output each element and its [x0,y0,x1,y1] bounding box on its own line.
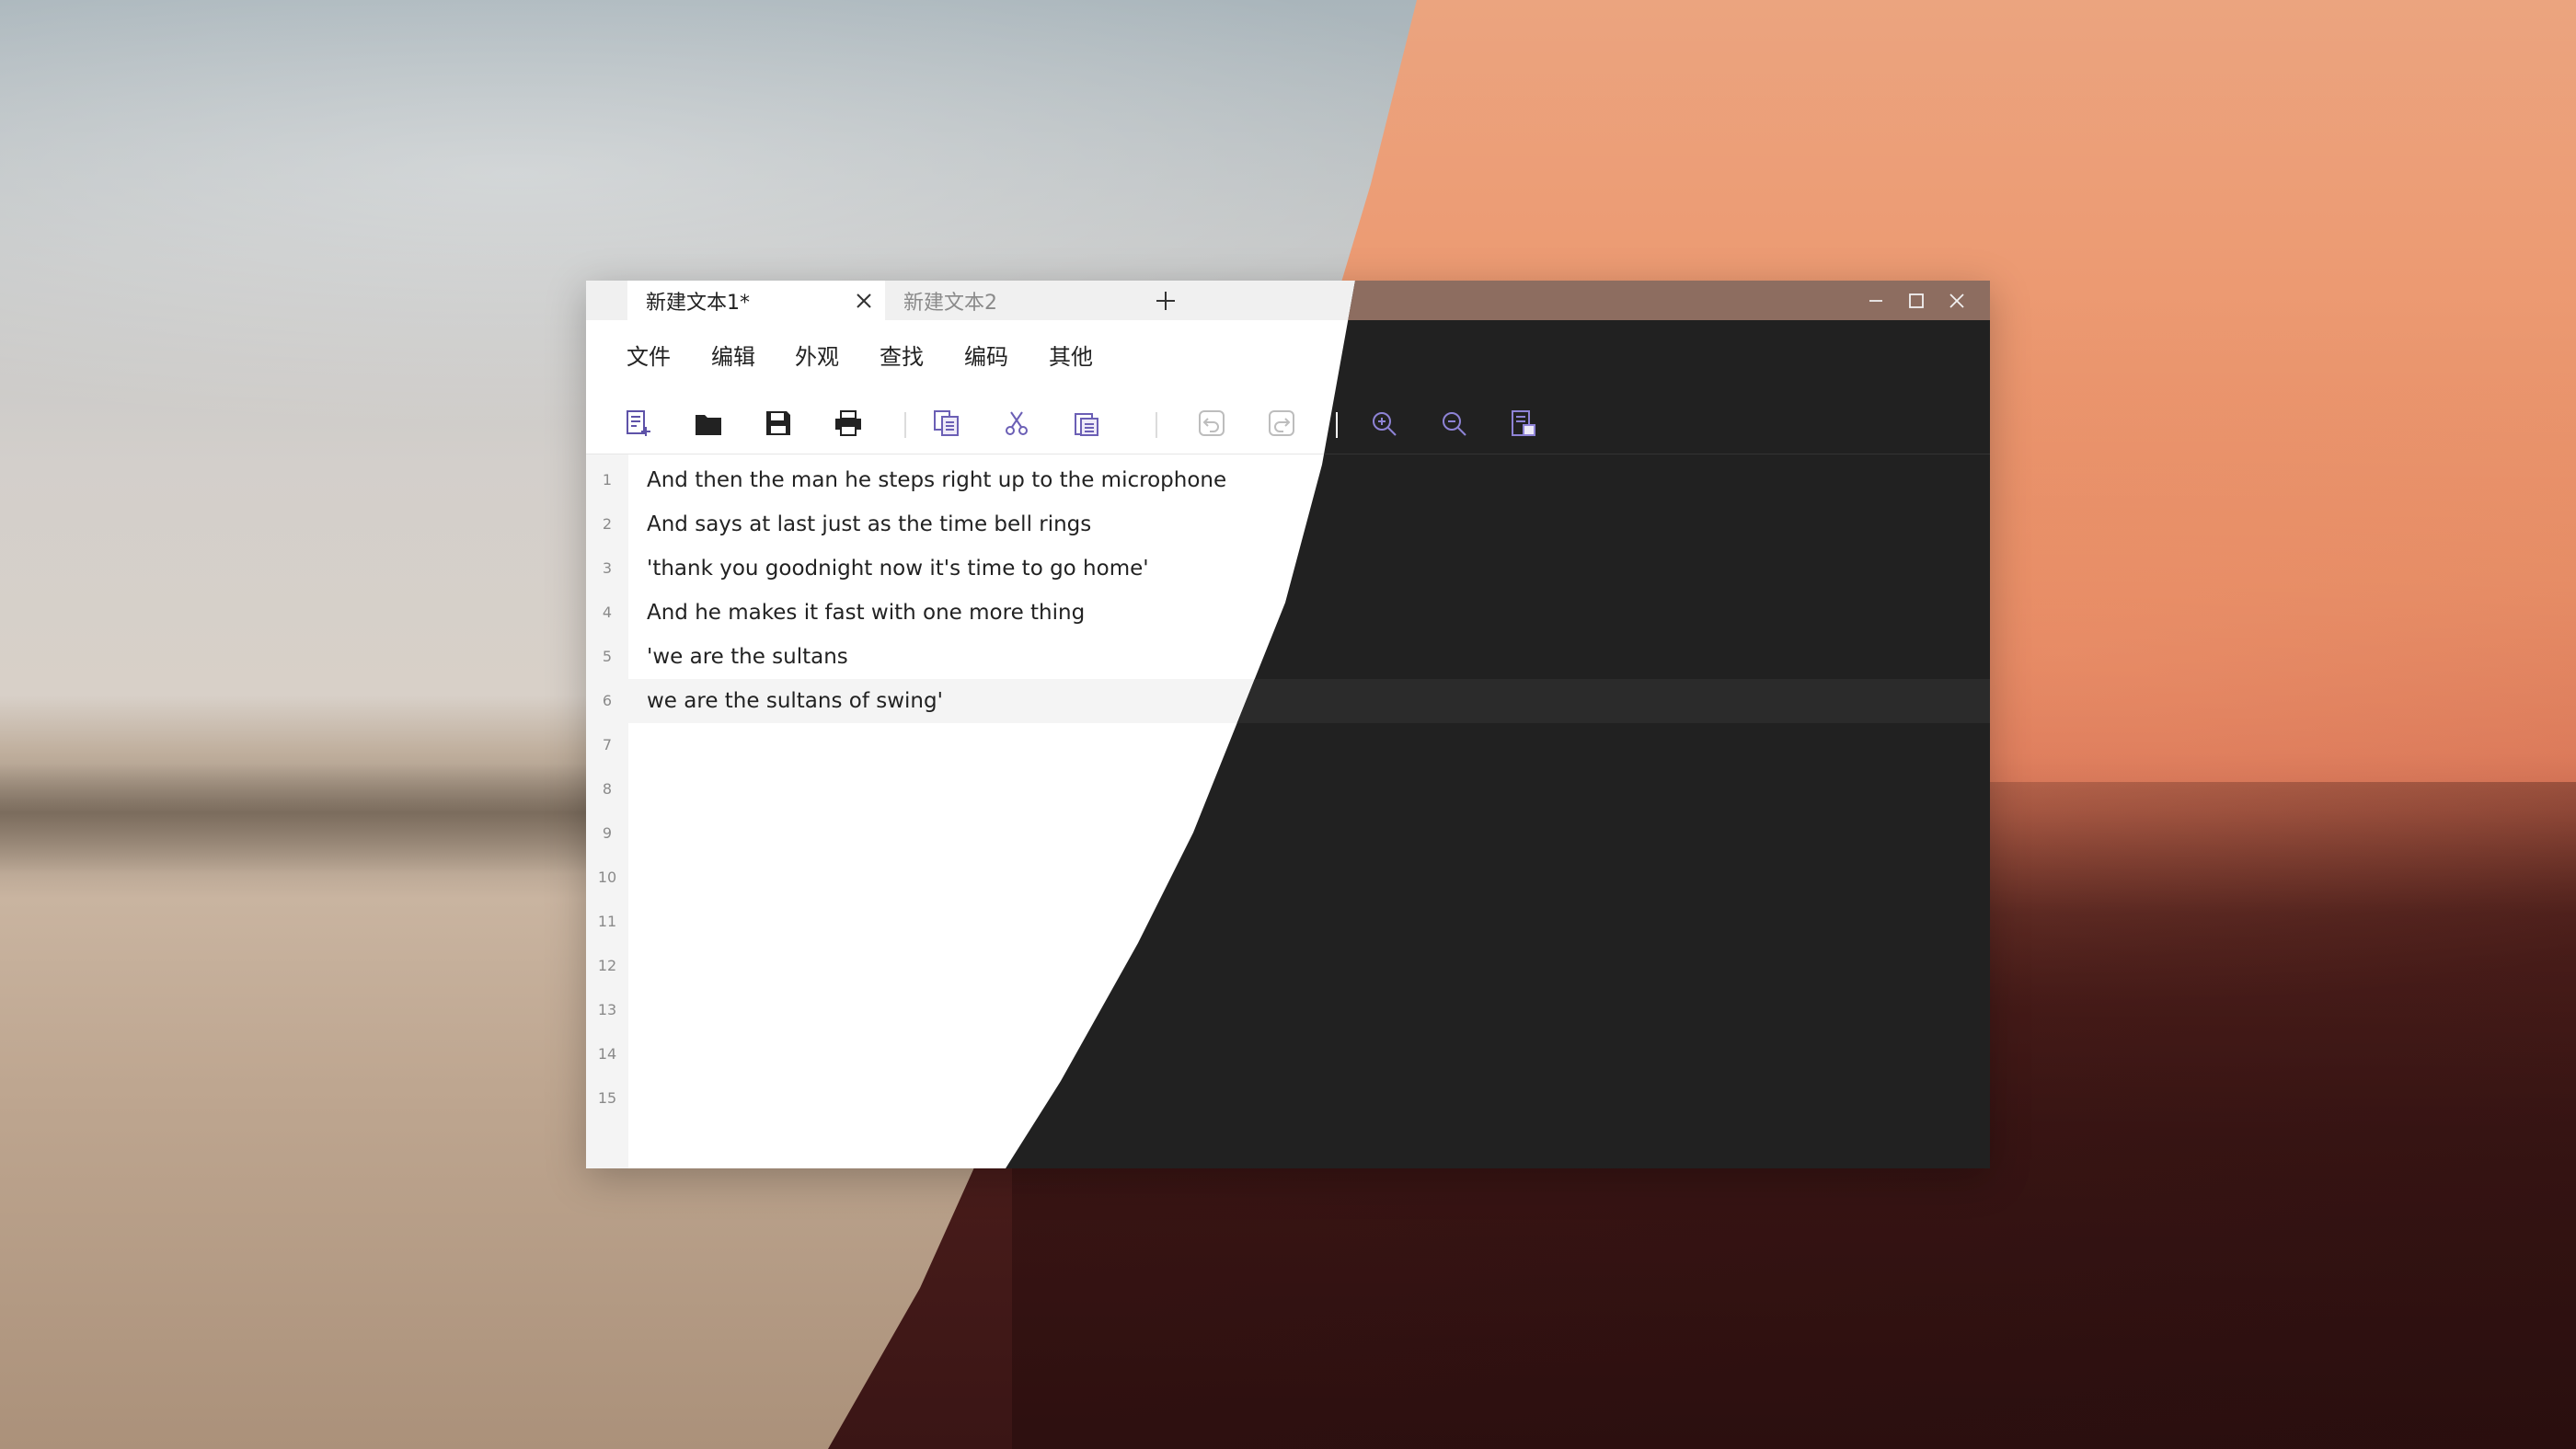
print-icon[interactable] [828,403,868,443]
toolbar-separator [904,412,906,438]
document-view-icon[interactable] [1503,403,1544,443]
zoom-out-icon[interactable] [1433,403,1474,443]
line-number: 1 [602,471,613,489]
cut-icon[interactable] [996,403,1037,443]
line-text[interactable]: And he makes it fast with one more thing [647,591,1085,635]
line-number: 15 [597,1089,617,1107]
line-number: 14 [597,1045,617,1063]
toolbar-separator [1156,412,1157,438]
menu-edit[interactable]: 编辑 [711,320,755,394]
paste-icon[interactable] [1066,403,1107,443]
line-number: 2 [602,515,613,533]
line-number: 4 [602,604,613,621]
undo-icon[interactable] [1191,403,1232,443]
line-number: 12 [597,957,617,974]
text-editor-window: 新建文本1* 新建文本2 文件 编辑 外观 查找 编码 其他 1 And then the man… [586,281,1990,1168]
copy-icon[interactable] [926,403,967,443]
line-number: 6 [602,692,613,709]
open-folder-icon[interactable] [688,403,729,443]
menu-encoding[interactable]: 编码 [964,320,1008,394]
line-number: 3 [602,559,613,577]
line-number: 13 [597,1001,617,1018]
redo-icon[interactable] [1261,403,1302,443]
new-tab-plus-icon[interactable] [1143,281,1189,320]
menu-other[interactable]: 其他 [1049,320,1093,394]
line-text[interactable]: 'thank you goodnight now it's time to go… [647,546,1149,591]
tab-label: 新建文本1* [646,291,750,315]
tab-2[interactable]: 新建文本2 [885,281,1143,320]
line-number: 8 [602,780,613,798]
line-text[interactable]: And then the man he steps right up to th… [647,458,1226,502]
line-text[interactable]: we are the sultans of swing' [647,679,943,723]
line-number: 10 [597,868,617,886]
window-close-icon[interactable] [1935,281,1975,320]
minimize-icon[interactable] [1854,281,1894,320]
menu-file[interactable]: 文件 [627,320,671,394]
toolbar-separator [1336,412,1338,438]
tab-1[interactable]: 新建文本1* [627,281,885,320]
maximize-icon[interactable] [1894,281,1935,320]
menu-appearance[interactable]: 外观 [795,320,839,394]
menu-find[interactable]: 查找 [880,320,924,394]
line-number: 7 [602,736,613,753]
line-text[interactable]: And says at last just as the time bell r… [647,502,1091,546]
line-number: 11 [597,913,617,930]
zoom-in-icon[interactable] [1363,403,1404,443]
line-number: 9 [602,824,613,842]
line-text[interactable]: 'we are the sultans [647,635,848,679]
line-number: 5 [602,648,613,665]
save-icon[interactable] [758,403,799,443]
new-file-icon[interactable] [618,403,659,443]
tab-label: 新建文本2 [903,291,997,315]
close-tab-icon[interactable] [854,291,874,311]
